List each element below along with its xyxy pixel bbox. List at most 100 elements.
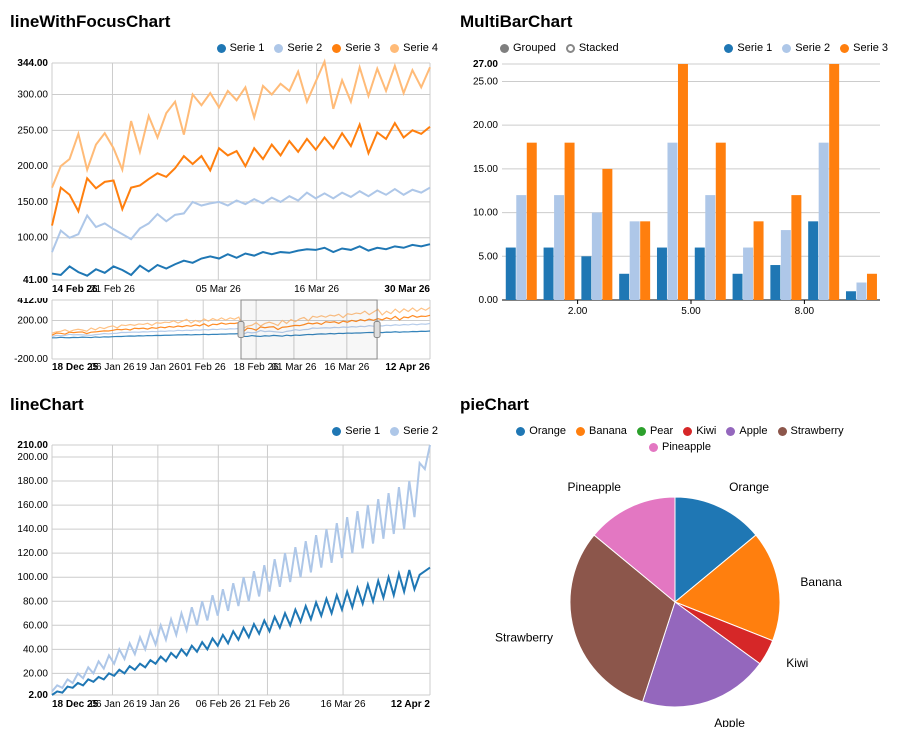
svg-text:06 Jan 26: 06 Jan 26 <box>91 362 135 373</box>
svg-text:8.00: 8.00 <box>795 306 815 317</box>
svg-text:40.00: 40.00 <box>23 644 48 655</box>
svg-text:5.00: 5.00 <box>681 306 701 317</box>
svg-text:200.00: 200.00 <box>17 161 48 172</box>
multibar-legend: Grouped Stacked Serie 1 Serie 2 Serie 3 <box>500 42 888 54</box>
svg-text:25.00: 25.00 <box>473 76 498 87</box>
svg-text:0.00: 0.00 <box>479 295 499 306</box>
legend-dot-icon <box>217 44 226 53</box>
svg-text:20.00: 20.00 <box>473 120 498 131</box>
legend-dot-icon <box>332 44 341 53</box>
line-with-focus-legend: Serie 1 Serie 2 Serie 3 Serie 4 <box>10 42 438 54</box>
svg-text:30 Mar 26: 30 Mar 26 <box>384 284 430 295</box>
svg-text:19 Jan 26: 19 Jan 26 <box>136 362 180 373</box>
svg-text:Kiwi: Kiwi <box>786 656 808 670</box>
svg-text:150.00: 150.00 <box>17 197 48 208</box>
pie-chart-plot[interactable]: Orange Banana Kiwi Apple Strawberry Pineapple <box>460 457 890 727</box>
svg-text:60.00: 60.00 <box>23 620 48 631</box>
mode-grouped-radio[interactable]: Grouped <box>500 42 556 54</box>
legend-item-serie-2[interactable]: Serie 2 <box>274 42 322 54</box>
legend-dot-icon <box>778 427 787 436</box>
legend-dot-icon <box>332 427 341 436</box>
svg-text:06 Feb 26: 06 Feb 26 <box>196 699 241 710</box>
legend-dot-icon <box>637 427 646 436</box>
svg-text:344.00: 344.00 <box>17 58 48 69</box>
legend-item-banana[interactable]: Banana <box>576 425 627 437</box>
line-with-focus-main-plot[interactable]: 41.00100.00150.00200.00250.00300.00344.0… <box>10 58 440 298</box>
svg-text:80.00: 80.00 <box>23 596 48 607</box>
multibar-chart-section: MultiBarChart Grouped Stacked Serie 1 Se… <box>460 10 900 373</box>
legend-item-serie-3[interactable]: Serie 3 <box>332 42 380 54</box>
svg-text:Banana: Banana <box>800 575 842 589</box>
svg-text:200.00: 200.00 <box>17 452 48 463</box>
legend-item-pear[interactable]: Pear <box>637 425 673 437</box>
legend-item-serie-1[interactable]: Serie 1 <box>724 42 772 54</box>
svg-text:01 Mar 26: 01 Mar 26 <box>271 362 316 373</box>
svg-text:300.00: 300.00 <box>17 90 48 101</box>
legend-dot-icon <box>576 427 585 436</box>
legend-item-serie-1[interactable]: Serie 1 <box>217 42 265 54</box>
line-chart-plot[interactable]: 2.0020.0040.0060.0080.00100.00120.00140.… <box>10 441 440 711</box>
svg-text:Pineapple: Pineapple <box>568 480 622 494</box>
legend-dot-icon <box>683 427 692 436</box>
line-chart-section: lineChart Serie 1 Serie 2 2.0020.0040.00… <box>10 393 450 727</box>
svg-text:140.00: 140.00 <box>17 524 48 535</box>
multibar-plot[interactable]: 0.00 5.00 10.00 15.00 20.00 25.00 27.00 2.00 5.0… <box>460 58 890 318</box>
svg-text:12 Apr 2: 12 Apr 2 <box>391 699 431 710</box>
pie-chart-legend: Orange Banana Pear Kiwi Apple Strawberry… <box>490 425 870 453</box>
svg-text:16 Mar 26: 16 Mar 26 <box>294 284 339 295</box>
svg-text:27.00: 27.00 <box>473 59 498 70</box>
legend-item-apple[interactable]: Apple <box>726 425 767 437</box>
legend-item-pineapple[interactable]: Pineapple <box>649 441 711 453</box>
svg-text:Strawberry: Strawberry <box>495 630 553 644</box>
line-with-focus-chart-section: lineWithFocusChart Serie 1 Serie 2 Serie… <box>10 10 450 373</box>
svg-text:250.00: 250.00 <box>17 125 48 136</box>
svg-text:Apple: Apple <box>714 716 745 727</box>
legend-dot-icon <box>516 427 525 436</box>
legend-item-serie-1[interactable]: Serie 1 <box>332 425 380 437</box>
svg-text:100.00: 100.00 <box>17 233 48 244</box>
mode-stacked-radio[interactable]: Stacked <box>566 42 619 54</box>
legend-item-orange[interactable]: Orange <box>516 425 566 437</box>
svg-text:12 Apr 26: 12 Apr 26 <box>385 362 430 373</box>
legend-item-serie-4[interactable]: Serie 4 <box>390 42 438 54</box>
svg-text:180.00: 180.00 <box>17 476 48 487</box>
svg-text:16 Mar 26: 16 Mar 26 <box>321 699 366 710</box>
svg-text:05 Mar 26: 05 Mar 26 <box>196 284 241 295</box>
svg-text:15.00: 15.00 <box>473 164 498 175</box>
legend-item-serie-2[interactable]: Serie 2 <box>390 425 438 437</box>
legend-item-strawberry[interactable]: Strawberry <box>778 425 844 437</box>
svg-text:200.00: 200.00 <box>17 315 48 326</box>
svg-text:06 Jan 26: 06 Jan 26 <box>91 699 135 710</box>
legend-dot-icon <box>724 44 733 53</box>
pie-chart-section: pieChart Orange Banana Pear Kiwi Apple S… <box>460 393 900 727</box>
legend-dot-icon <box>726 427 735 436</box>
svg-text:10.00: 10.00 <box>473 208 498 219</box>
svg-text:20.00: 20.00 <box>23 668 48 679</box>
line-chart-legend: Serie 1 Serie 2 <box>10 425 438 437</box>
svg-text:2.00: 2.00 <box>568 306 588 317</box>
svg-text:412.00: 412.00 <box>17 298 48 306</box>
line-with-focus-title: lineWithFocusChart <box>10 12 450 32</box>
svg-text:160.00: 160.00 <box>17 500 48 511</box>
svg-text:21 Feb 26: 21 Feb 26 <box>245 699 290 710</box>
multibar-title: MultiBarChart <box>460 12 900 32</box>
svg-text:100.00: 100.00 <box>17 572 48 583</box>
line-with-focus-context-plot[interactable]: -200.00200.00412.0018 Dec 2506 Jan 2619 … <box>10 298 440 373</box>
pie-chart-title: pieChart <box>460 395 900 415</box>
svg-text:01 Feb 26: 01 Feb 26 <box>181 362 226 373</box>
radio-empty-icon <box>566 44 575 53</box>
svg-text:120.00: 120.00 <box>17 548 48 559</box>
svg-text:19 Jan 26: 19 Jan 26 <box>136 699 180 710</box>
legend-dot-icon <box>390 427 399 436</box>
svg-text:5.00: 5.00 <box>479 251 499 262</box>
svg-text:16 Mar 26: 16 Mar 26 <box>324 362 369 373</box>
svg-text:Orange: Orange <box>729 480 769 494</box>
legend-dot-icon <box>840 44 849 53</box>
radio-filled-icon <box>500 44 509 53</box>
legend-item-kiwi[interactable]: Kiwi <box>683 425 716 437</box>
legend-item-serie-2[interactable]: Serie 2 <box>782 42 830 54</box>
legend-dot-icon <box>274 44 283 53</box>
legend-dot-icon <box>649 443 658 452</box>
legend-item-serie-3[interactable]: Serie 3 <box>840 42 888 54</box>
line-chart-title: lineChart <box>10 395 450 415</box>
